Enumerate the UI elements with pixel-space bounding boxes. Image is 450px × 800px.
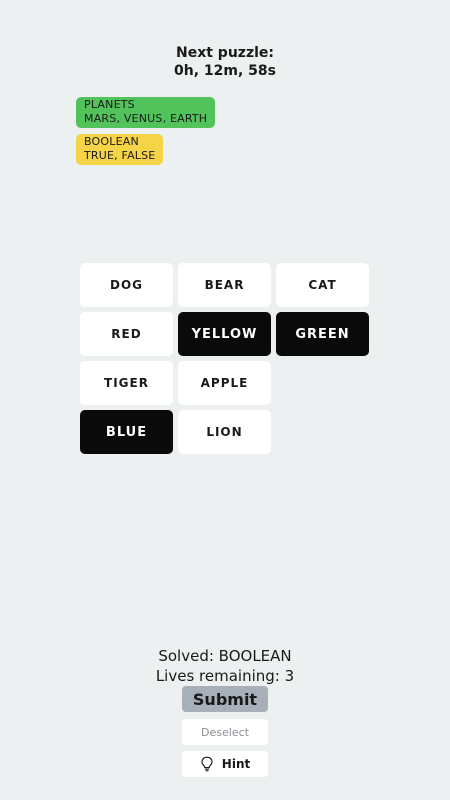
- word-tile[interactable]: BLUE: [80, 410, 173, 454]
- solved-status: Solved: BOOLEAN: [158, 647, 292, 665]
- lives-remaining: Lives remaining: 3: [155, 667, 295, 685]
- word-tile[interactable]: BEAR: [178, 263, 271, 307]
- deselect-label: Deselect: [201, 725, 249, 739]
- hint-label: Hint: [221, 757, 251, 771]
- lightbulb-icon: [200, 756, 214, 772]
- deselect-button[interactable]: Deselect: [182, 719, 268, 745]
- word-tile[interactable]: GREEN: [276, 312, 369, 356]
- group-members: TRUE, FALSE: [84, 149, 156, 162]
- game-status: Solved: BOOLEAN Lives remaining: 3: [0, 646, 450, 686]
- group-members: MARS, VENUS, EARTH: [84, 112, 208, 125]
- word-tile[interactable]: APPLE: [178, 361, 271, 405]
- word-tile[interactable]: LION: [178, 410, 271, 454]
- next-puzzle-countdown: 0h, 12m, 58s: [174, 63, 276, 79]
- submit-button[interactable]: Submit: [182, 686, 268, 712]
- word-tile[interactable]: YELLOW: [178, 312, 271, 356]
- solved-groups: PLANETS MARS, VENUS, EARTH BOOLEAN TRUE,…: [76, 97, 216, 171]
- solved-group-boolean: BOOLEAN TRUE, FALSE: [76, 134, 164, 165]
- word-tile[interactable]: RED: [80, 312, 173, 356]
- submit-label: Submit: [192, 689, 258, 709]
- group-name: PLANETS: [84, 98, 135, 111]
- word-tile[interactable]: CAT: [276, 263, 369, 307]
- word-tile[interactable]: TIGER: [80, 361, 173, 405]
- solved-group-planets: PLANETS MARS, VENUS, EARTH: [76, 97, 216, 128]
- group-name: BOOLEAN: [84, 135, 139, 148]
- word-tile[interactable]: DOG: [80, 263, 173, 307]
- hint-button[interactable]: Hint: [182, 751, 268, 777]
- next-puzzle-timer: Next puzzle: 0h, 12m, 58s: [0, 44, 450, 80]
- next-puzzle-label: Next puzzle:: [176, 45, 274, 61]
